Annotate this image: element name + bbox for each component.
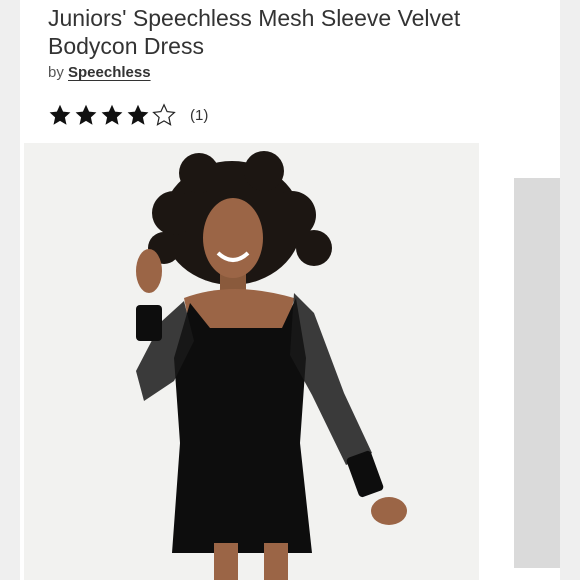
brand-link[interactable]: Speechless xyxy=(68,64,151,81)
star-filled-icon xyxy=(127,104,149,125)
brand-line: by Speechless xyxy=(48,64,151,81)
star-rating xyxy=(48,103,176,127)
review-count[interactable]: (1) xyxy=(190,107,208,124)
star-empty-icon xyxy=(152,103,176,126)
product-photo-icon xyxy=(24,143,479,580)
next-image-thumbnail[interactable] xyxy=(514,178,560,568)
by-prefix: by xyxy=(48,64,64,81)
star-filled-icon xyxy=(101,104,123,125)
product-main-image[interactable] xyxy=(24,143,479,580)
star-filled-icon xyxy=(49,104,71,125)
product-title: Juniors' Speechless Mesh Sleeve Velvet B… xyxy=(48,5,461,59)
rating-row[interactable]: (1) xyxy=(48,103,208,127)
star-filled-icon xyxy=(75,104,97,125)
